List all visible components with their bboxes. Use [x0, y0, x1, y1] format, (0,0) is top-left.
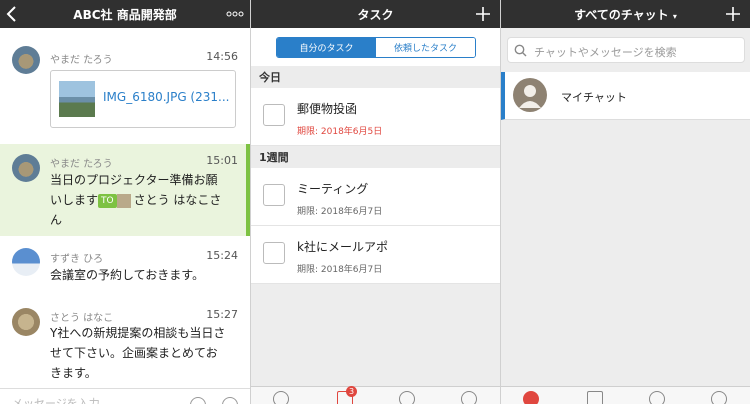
contacts-tab-icon[interactable] [649, 391, 665, 404]
message-item[interactable]: やまだ たろう 14:56 IMG_6180.JPG (231... [0, 36, 250, 140]
tab-my-tasks[interactable]: 自分のタスク [277, 38, 376, 57]
bottom-tab-bar [501, 386, 750, 404]
mention-avatar [116, 193, 131, 208]
chat-list-screen: すべてのチャット ▾ チャットやメッセージを検索 マイチャット [500, 0, 750, 404]
person-icon [519, 85, 541, 108]
task-checkbox[interactable] [263, 184, 285, 206]
message-time: 15:24 [206, 249, 238, 262]
file-thumbnail [59, 81, 95, 117]
sender-avatar[interactable] [12, 46, 40, 74]
section-week: 1週間 [251, 146, 500, 168]
message-time: 15:01 [206, 154, 238, 167]
chat-room-title: ABC社 商品開発部 [73, 7, 177, 22]
file-name: IMG_6180.JPG (231... [103, 90, 230, 104]
message-text: 当日のプロジェクター準備お願 いします TO さとう はなこさ ん [50, 173, 222, 227]
chat-list-title[interactable]: すべてのチャット ▾ [574, 6, 677, 23]
more-icon[interactable] [226, 0, 244, 28]
message-text: Y社への新規提案の相談も当日さ せて下さい。企画案まとめてお きます。 [50, 326, 226, 380]
sender-avatar[interactable] [12, 308, 40, 336]
search-icon [514, 44, 527, 57]
contacts-tab-icon[interactable] [399, 391, 415, 404]
chat-header: ABC社 商品開発部 [0, 0, 250, 28]
sender-avatar[interactable] [12, 248, 40, 276]
chat-avatar [513, 78, 547, 112]
task-title-text: ミーティング [297, 182, 369, 196]
sender-avatar[interactable] [12, 154, 40, 182]
task-checkbox[interactable] [263, 242, 285, 264]
task-title-text: k社にメールアポ [297, 240, 388, 254]
chat-tab-icon[interactable] [273, 391, 289, 404]
task-title-text: 郵便物投函 [297, 102, 358, 116]
task-badge: 3 [346, 386, 358, 397]
message-input-bar[interactable]: メッセージを入力 [0, 388, 250, 404]
task-screen: タスク 自分のタスク 依頼したタスク 今日 郵便物投函 期限: 2018年6月5… [250, 0, 500, 404]
search-placeholder: チャットやメッセージを検索 [534, 46, 677, 59]
message-item[interactable]: すずき ひろ 15:24 会議室の予約しておきます。 [0, 240, 250, 292]
emoji-icon[interactable] [190, 397, 206, 404]
task-due-date: 期限: 2018年6月5日 [297, 127, 383, 137]
task-tab-icon[interactable]: 3 [337, 386, 358, 404]
sender-name: さとう はなこ [50, 313, 114, 324]
section-today: 今日 [251, 66, 500, 88]
sender-name: すずき ひろ [50, 254, 104, 265]
bottom-tab-bar: 3 [251, 386, 500, 404]
chat-list-header: すべてのチャット ▾ [501, 0, 750, 28]
message-item-selected[interactable]: やまだ たろう 15:01 当日のプロジェクター準備お願 いします TO さとう は… [0, 144, 250, 236]
file-attachment[interactable]: IMG_6180.JPG (231... [50, 70, 236, 128]
task-item[interactable]: 郵便物投函 期限: 2018年6月5日 [251, 88, 500, 146]
chat-list-item[interactable]: マイチャット [501, 72, 750, 120]
dropdown-icon: ▾ [672, 11, 677, 21]
chat-room-screen: ABC社 商品開発部 やまだ たろう 14:56 IMG_6180.JPG (2… [0, 0, 250, 404]
attach-icon[interactable] [222, 397, 238, 404]
task-item[interactable]: ミーティング 期限: 2018年6月7日 [251, 168, 500, 226]
task-title: タスク [357, 7, 394, 22]
chat-name: マイチャット [561, 91, 627, 104]
sender-name: やまだ たろう [50, 159, 113, 170]
account-tab-icon[interactable] [461, 391, 477, 404]
message-item[interactable]: さとう はなこ 15:27 Y社への新規提案の相談も当日さ せて下さい。企画案ま… [0, 298, 250, 386]
sender-name: やまだ たろう [50, 55, 113, 66]
tab-requested-tasks[interactable]: 依頼したタスク [376, 38, 475, 57]
search-input[interactable]: チャットやメッセージを検索 [507, 37, 745, 63]
back-icon[interactable] [6, 0, 18, 28]
task-filter-bar: 自分のタスク 依頼したタスク [251, 28, 500, 66]
task-tab-icon[interactable] [587, 391, 603, 404]
message-time: 15:27 [206, 308, 238, 321]
account-tab-icon[interactable] [711, 391, 727, 404]
message-input[interactable]: メッセージを入力 [12, 395, 100, 404]
task-segmented-control[interactable]: 自分のタスク 依頼したタスク [276, 37, 476, 58]
search-bar: チャットやメッセージを検索 [501, 28, 750, 72]
message-text: 会議室の予約しておきます。 [50, 268, 205, 282]
task-due-date: 期限: 2018年6月7日 [297, 265, 383, 275]
task-due-date: 期限: 2018年6月7日 [297, 207, 383, 217]
chat-tab-icon[interactable] [523, 391, 539, 404]
task-item[interactable]: k社にメールアポ 期限: 2018年6月7日 [251, 226, 500, 284]
to-mention-tag: TO [98, 193, 117, 208]
task-header: タスク [251, 0, 500, 28]
new-chat-icon[interactable] [726, 0, 740, 28]
message-time: 14:56 [206, 50, 238, 63]
task-checkbox[interactable] [263, 104, 285, 126]
add-task-icon[interactable] [476, 0, 490, 28]
